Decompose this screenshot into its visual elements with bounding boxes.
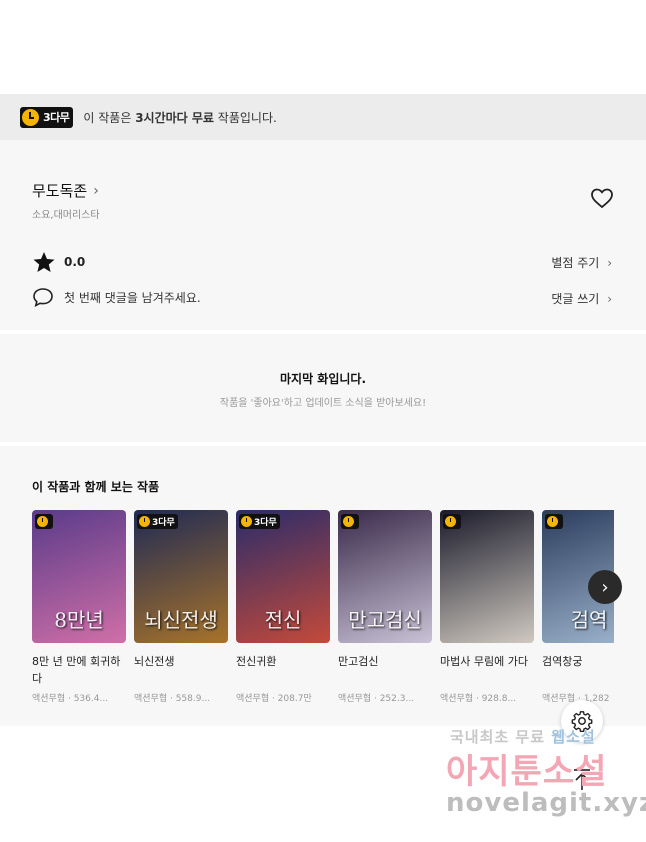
cover-logo-text: 전신 bbox=[264, 608, 302, 632]
rating-value: 0.0 bbox=[64, 255, 86, 269]
badge-label: 3다무 bbox=[152, 518, 175, 528]
carousel-next-button[interactable]: › bbox=[588, 570, 622, 604]
cover-logo-text: 뇌신전생 bbox=[144, 608, 218, 632]
wait-free-badge bbox=[341, 514, 359, 529]
clock-icon bbox=[445, 516, 456, 527]
notice-text-pre: 이 작품은 bbox=[83, 110, 136, 125]
cover-image: 8만년 bbox=[32, 510, 126, 643]
clock-icon bbox=[22, 108, 39, 126]
cover-logo-text: 검역 bbox=[570, 608, 608, 632]
recommendation-list: 8만년 8만 년 만에 회귀하다 액션무협 · 536.4... 3다무 뇌신전생 뇌신전… bbox=[32, 510, 614, 704]
work-title-link[interactable]: 무도독존 › bbox=[32, 180, 99, 201]
recommendation-card[interactable]: 만고검신 만고검신 액션무협 · 252.3... bbox=[338, 510, 432, 704]
clock-icon bbox=[241, 516, 252, 527]
watermark-line3: novelagit.xyz bbox=[446, 788, 646, 818]
card-meta: 액션무협 · 252.3... bbox=[338, 694, 415, 704]
chevron-right-icon: › bbox=[601, 576, 609, 598]
badge-label: 3다무 bbox=[43, 111, 70, 124]
rate-button[interactable]: 별점 주기 › bbox=[551, 254, 612, 271]
free-notice-bar: 3다무 이 작품은 3시간마다 무료 작품입니다. bbox=[0, 94, 646, 140]
rating-display: 0.0 bbox=[32, 251, 85, 273]
last-episode-subtitle: 작품을 '좋아요'하고 업데이트 소식을 받아보세요! bbox=[219, 398, 427, 409]
card-meta: 액션무협 · 208.7만 bbox=[236, 694, 312, 704]
card-meta: 액션무협 · 558.9... bbox=[134, 694, 211, 704]
card-title: 만고검신 bbox=[338, 655, 379, 668]
notice-text-bold: 3시간마다 무료 bbox=[135, 110, 214, 125]
card-meta: 액션무협 · 928.8... bbox=[440, 694, 517, 704]
watermark-line2: 아지툰소설 bbox=[446, 752, 608, 792]
recommendation-section: 이 작품과 함께 보는 작품 8만년 8만 년 만에 회귀하다액션무협 · 536… bbox=[0, 446, 646, 726]
wait-free-badge: 3다무 bbox=[137, 514, 178, 529]
notice-text-post: 작품입니다. bbox=[213, 110, 277, 125]
badge-label: 3다무 bbox=[254, 518, 277, 528]
clock-icon bbox=[343, 516, 354, 527]
wait-free-badge: 3다무 bbox=[239, 514, 280, 529]
clock-icon bbox=[139, 516, 150, 527]
write-comment-label: 댓글 쓰기 bbox=[551, 292, 600, 306]
chevron-right-icon: › bbox=[607, 256, 612, 270]
recommendation-card[interactable]: 검역 검역창궁 액션무협 · 1,282 bbox=[542, 510, 614, 704]
recommendation-card[interactable]: 3다무 뇌신전생 뇌신전생 액션무협 · 558.9... bbox=[134, 510, 228, 704]
write-comment-button[interactable]: 댓글 쓰기 › bbox=[551, 290, 612, 307]
card-title: 마법사 무림에 가다 bbox=[440, 655, 528, 668]
work-authors: 소요,대머리스타 bbox=[32, 210, 100, 221]
comment-prompt: 첫 번째 댓글을 남겨주세요. bbox=[32, 287, 201, 307]
clock-icon bbox=[547, 516, 558, 527]
chevron-right-icon: › bbox=[93, 182, 99, 199]
work-info-section: 무도독존 › 소요,대머리스타 0.0 별점 주기 › 첫 번째 댓글을 남겨주… bbox=[0, 140, 646, 330]
watermark: 국내최초 무료 웹소설 아지툰소설 novelagit.xyz bbox=[440, 726, 646, 822]
last-episode-title: 마지막 화입니다. bbox=[279, 372, 367, 386]
cover-image bbox=[440, 510, 534, 643]
top-blank-area bbox=[0, 0, 646, 94]
wait-free-badge: 3다무 bbox=[20, 106, 74, 128]
last-episode-section: 마지막 화입니다. 작품을 '좋아요'하고 업데이트 소식을 받아보세요! bbox=[0, 334, 646, 442]
recommendation-card[interactable]: 8만년 8만 년 만에 회귀하다액션무협 · 536.4... bbox=[32, 510, 126, 704]
recommendation-title: 이 작품과 함께 보는 작품 bbox=[32, 480, 160, 494]
cover-image: 만고검신 bbox=[338, 510, 432, 643]
card-title: 전신귀환 bbox=[236, 655, 277, 668]
cover-logo-text: 8만년 bbox=[54, 608, 104, 632]
wait-free-badge bbox=[35, 514, 53, 529]
card-meta: 액션무협 · 536.4... bbox=[32, 694, 109, 704]
card-title: 검역창궁 bbox=[542, 655, 583, 668]
cover-image: 3다무전신 bbox=[236, 510, 330, 643]
notice-text: 이 작품은 3시간마다 무료 작품입니다. bbox=[83, 109, 276, 126]
recommendation-card[interactable]: 3다무전신전신귀환액션무협 · 208.7만 bbox=[236, 510, 330, 704]
star-icon bbox=[33, 252, 55, 272]
clock-icon bbox=[37, 516, 48, 527]
comment-prompt-text: 첫 번째 댓글을 남겨주세요. bbox=[64, 290, 201, 305]
card-title: 8만 년 만에 회귀하다 bbox=[32, 655, 121, 685]
heart-icon[interactable] bbox=[590, 187, 614, 209]
card-title: 뇌신전생 bbox=[134, 655, 175, 668]
work-title: 무도독존 bbox=[32, 182, 88, 200]
recommendation-card[interactable]: 마법사 무림에 가다액션무협 · 928.8... bbox=[440, 510, 534, 704]
wait-free-badge bbox=[545, 514, 563, 529]
comment-icon bbox=[33, 288, 53, 307]
rate-button-label: 별점 주기 bbox=[551, 256, 600, 270]
wait-free-badge bbox=[443, 514, 461, 529]
chevron-right-icon: › bbox=[607, 292, 612, 306]
cover-image: 3다무뇌신전생 bbox=[134, 510, 228, 643]
cover-logo-text: 만고검신 bbox=[348, 608, 422, 632]
